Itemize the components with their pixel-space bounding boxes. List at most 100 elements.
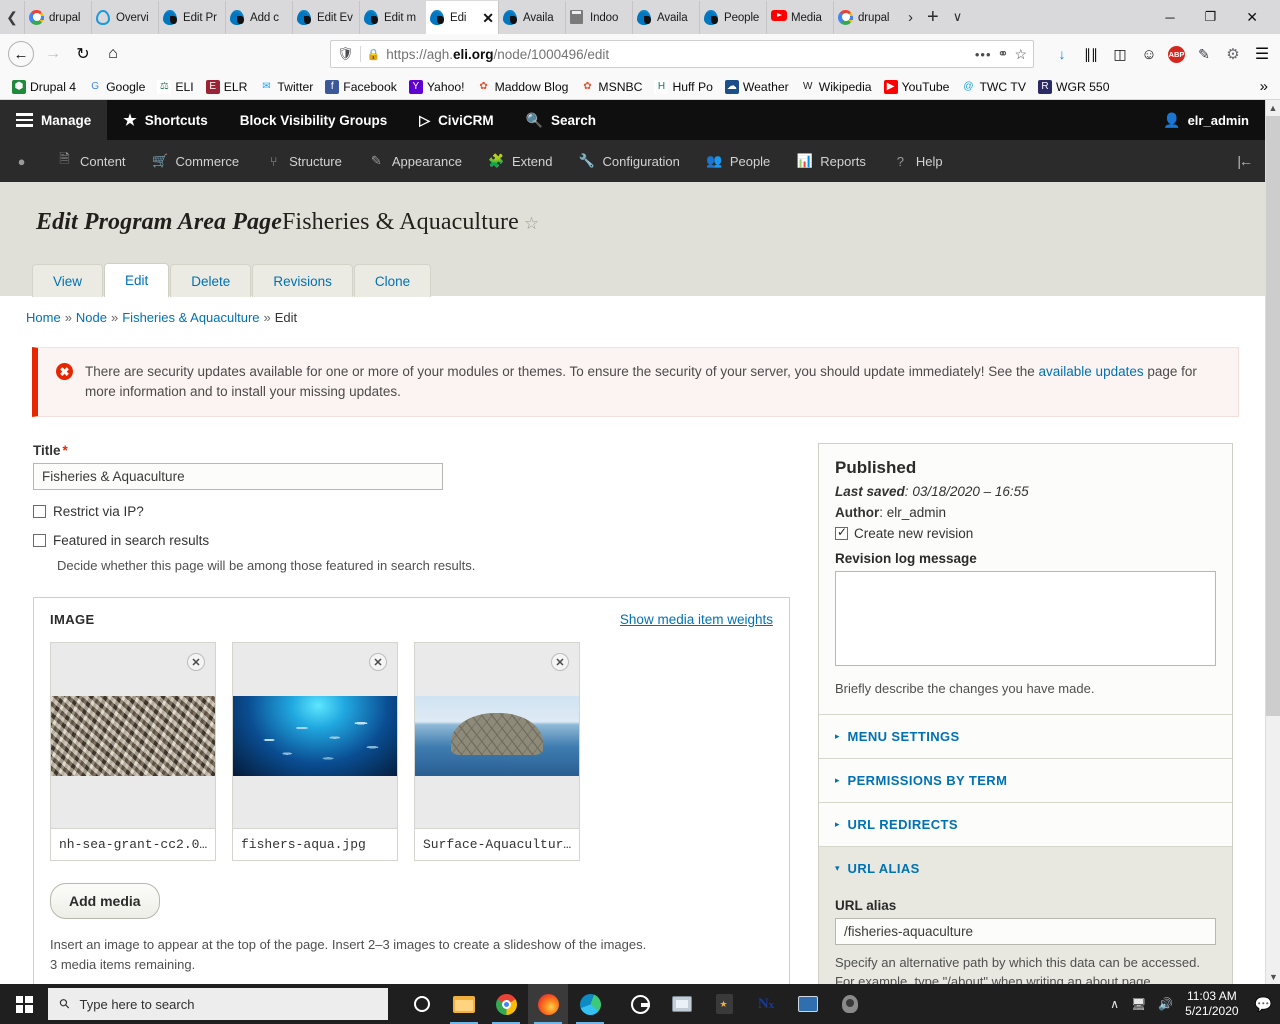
add-media-button[interactable]: Add media [50,883,160,919]
browser-tab[interactable]: Media [766,1,833,34]
bookmark-item[interactable]: ☁ Weather [719,78,795,96]
monitor-app-icon[interactable] [662,984,702,1024]
toolbar-search-button[interactable]: 🔍 Search [510,100,612,140]
back-button[interactable]: ← [8,41,34,67]
remove-media-icon[interactable]: ✕ [187,653,205,671]
download-icon[interactable]: ↓ [1052,44,1072,64]
edge-icon[interactable] [570,984,610,1024]
list-all-tabs-button[interactable]: ∨ [953,9,963,25]
bookmark-item[interactable]: W Wikipedia [795,78,878,96]
gear-icon[interactable]: ⚙ [1223,44,1243,64]
page-tab-delete[interactable]: Delete [170,264,252,297]
browser-tab[interactable]: People [699,1,766,34]
bookmark-item[interactable]: f Facebook [319,78,403,96]
page-actions-icon[interactable]: ••• [975,47,992,62]
toolbar-civicrm-button[interactable]: ▷ CiviCRM [403,100,509,140]
home-button[interactable]: ⌂ [98,39,128,69]
toolbar-block-visibility-groups-button[interactable]: Block Visibility Groups [224,100,404,140]
scroll-down-arrow[interactable]: ▼ [1266,969,1280,985]
tab-scroll-right-button[interactable]: › [908,9,913,26]
available-updates-link[interactable]: available updates [1039,364,1144,379]
revision-log-textarea[interactable] [835,571,1216,666]
browser-tab[interactable]: Indoo [565,1,632,34]
restrict-ip-checkbox-row[interactable]: Restrict via IP? [33,504,790,519]
restrict-ip-checkbox[interactable] [33,505,46,518]
show-media-item-weights-link[interactable]: Show media item weights [620,612,773,627]
bookmark-item[interactable]: R WGR 550 [1032,78,1116,96]
tray-item-configuration[interactable]: 🔧 Configuration [565,140,692,182]
browser-tab[interactable]: drupal [24,1,91,34]
url-alias-input[interactable] [835,918,1216,945]
tray-item-extend[interactable]: 🧩 Extend [475,140,565,182]
tray-item-home[interactable]: ● [0,140,43,182]
window-maximize-button[interactable]: ❐ [1205,9,1217,25]
page-tab-view[interactable]: View [32,264,104,297]
browser-tab[interactable]: drupal [833,1,900,34]
taskbar-search-box[interactable]: ⚲ Type here to search [48,988,388,1020]
new-tab-button[interactable]: + [927,7,939,27]
bookmark-item[interactable]: H Huff Po [648,78,718,96]
webcam-icon[interactable] [830,984,870,1024]
bookmark-item[interactable]: ✿ MSNBC [574,78,648,96]
address-bar[interactable]: 🛡 🔒 https://agh.eli.org/node/1000496/edi… [330,40,1034,68]
lock-icon[interactable]: 🔒 [367,48,381,61]
browser-tab[interactable]: Edit Ev [292,1,359,34]
adblock-icon[interactable]: ABP [1168,45,1185,63]
favorite-star-icon[interactable]: ☆ [524,214,539,233]
pocket-icon[interactable]: ⚭ [998,46,1009,62]
notification-icon[interactable]: 💬 [1251,996,1272,1013]
bookmark-star-icon[interactable]: ☆ [1014,46,1027,63]
section-url-redirects[interactable]: ▸ URL REDIRECTS [819,803,1232,847]
nx-app-icon[interactable]: Nx [746,984,786,1024]
tracking-protection-shield-icon[interactable]: 🛡 [337,46,354,62]
bookmark-item[interactable]: ▶ YouTube [878,78,956,96]
tray-item-appearance[interactable]: ✎ Appearance [355,140,475,182]
toolbar-user-menu[interactable]: 👤 elr_admin [1163,112,1265,129]
browser-tab[interactable]: Edit m [359,1,426,34]
title-input[interactable] [33,463,443,490]
tray-item-reports[interactable]: 📊 Reports [783,140,879,182]
taskbar-clock[interactable]: 11:03 AM 5/21/2020 [1185,989,1238,1019]
featured-checkbox[interactable] [33,534,46,547]
eyedropper-icon[interactable]: ✎ [1194,44,1214,64]
create-revision-row[interactable]: Create new revision [835,525,1216,541]
forward-button[interactable]: → [38,39,68,69]
tab-scroll-left-button[interactable]: ❮ [0,0,24,34]
section-menu-settings[interactable]: ▸ MENU SETTINGS [819,715,1232,759]
toolbar-manage-button[interactable]: Manage [0,100,108,140]
tray-item-help[interactable]: ? Help [879,140,956,182]
browser-tab[interactable]: Add c [225,1,292,34]
bookmark-item[interactable]: ✿ Maddow Blog [471,78,575,96]
browser-tab[interactable]: Availa [498,1,565,34]
bookmarks-overflow-button[interactable]: » [1260,78,1274,95]
page-tab-revisions[interactable]: Revisions [252,264,353,297]
bookmark-item[interactable]: @ TWC TV [955,78,1032,96]
volume-icon[interactable]: 🔊 [1158,997,1173,1011]
cortana-icon[interactable] [402,984,442,1024]
window-minimize-button[interactable]: ─ [1165,10,1174,25]
breadcrumb-item[interactable]: Fisheries & Aquaculture [122,310,259,325]
bookmark-item[interactable]: G Google [82,78,151,96]
section-url-alias[interactable]: ▾ URL ALIAS [819,847,1232,890]
tray-item-content[interactable]: 🗎 Content [43,140,139,182]
tray-item-people[interactable]: 👥 People [693,140,783,182]
tray-expand-chevron[interactable]: ∧ [1110,997,1119,1011]
remote-desktop-icon[interactable] [788,984,828,1024]
browser-tab[interactable]: Overvi [91,1,158,34]
file-explorer-icon[interactable] [444,984,484,1024]
account-icon[interactable]: ☺ [1139,44,1159,64]
browser-tab[interactable]: Edi ✕ [426,1,498,34]
firefox-icon[interactable] [528,984,568,1024]
citrix-icon[interactable] [620,984,660,1024]
remove-media-icon[interactable]: ✕ [369,653,387,671]
section-permissions-by-term[interactable]: ▸ PERMISSIONS BY TERM [819,759,1232,803]
page-scrollbar[interactable]: ▲ ▼ [1265,100,1280,985]
toolbar-shortcuts-button[interactable]: ★ Shortcuts [107,100,223,140]
breadcrumb-home[interactable]: Home [26,310,61,325]
featured-checkbox-row[interactable]: Featured in search results [33,533,790,548]
browser-tab[interactable]: Edit Pr [158,1,225,34]
network-icon[interactable]: 🖥 [1131,997,1146,1011]
scrollbar-thumb[interactable] [1266,116,1280,716]
scroll-up-arrow[interactable]: ▲ [1266,100,1280,116]
start-button[interactable] [0,984,48,1024]
